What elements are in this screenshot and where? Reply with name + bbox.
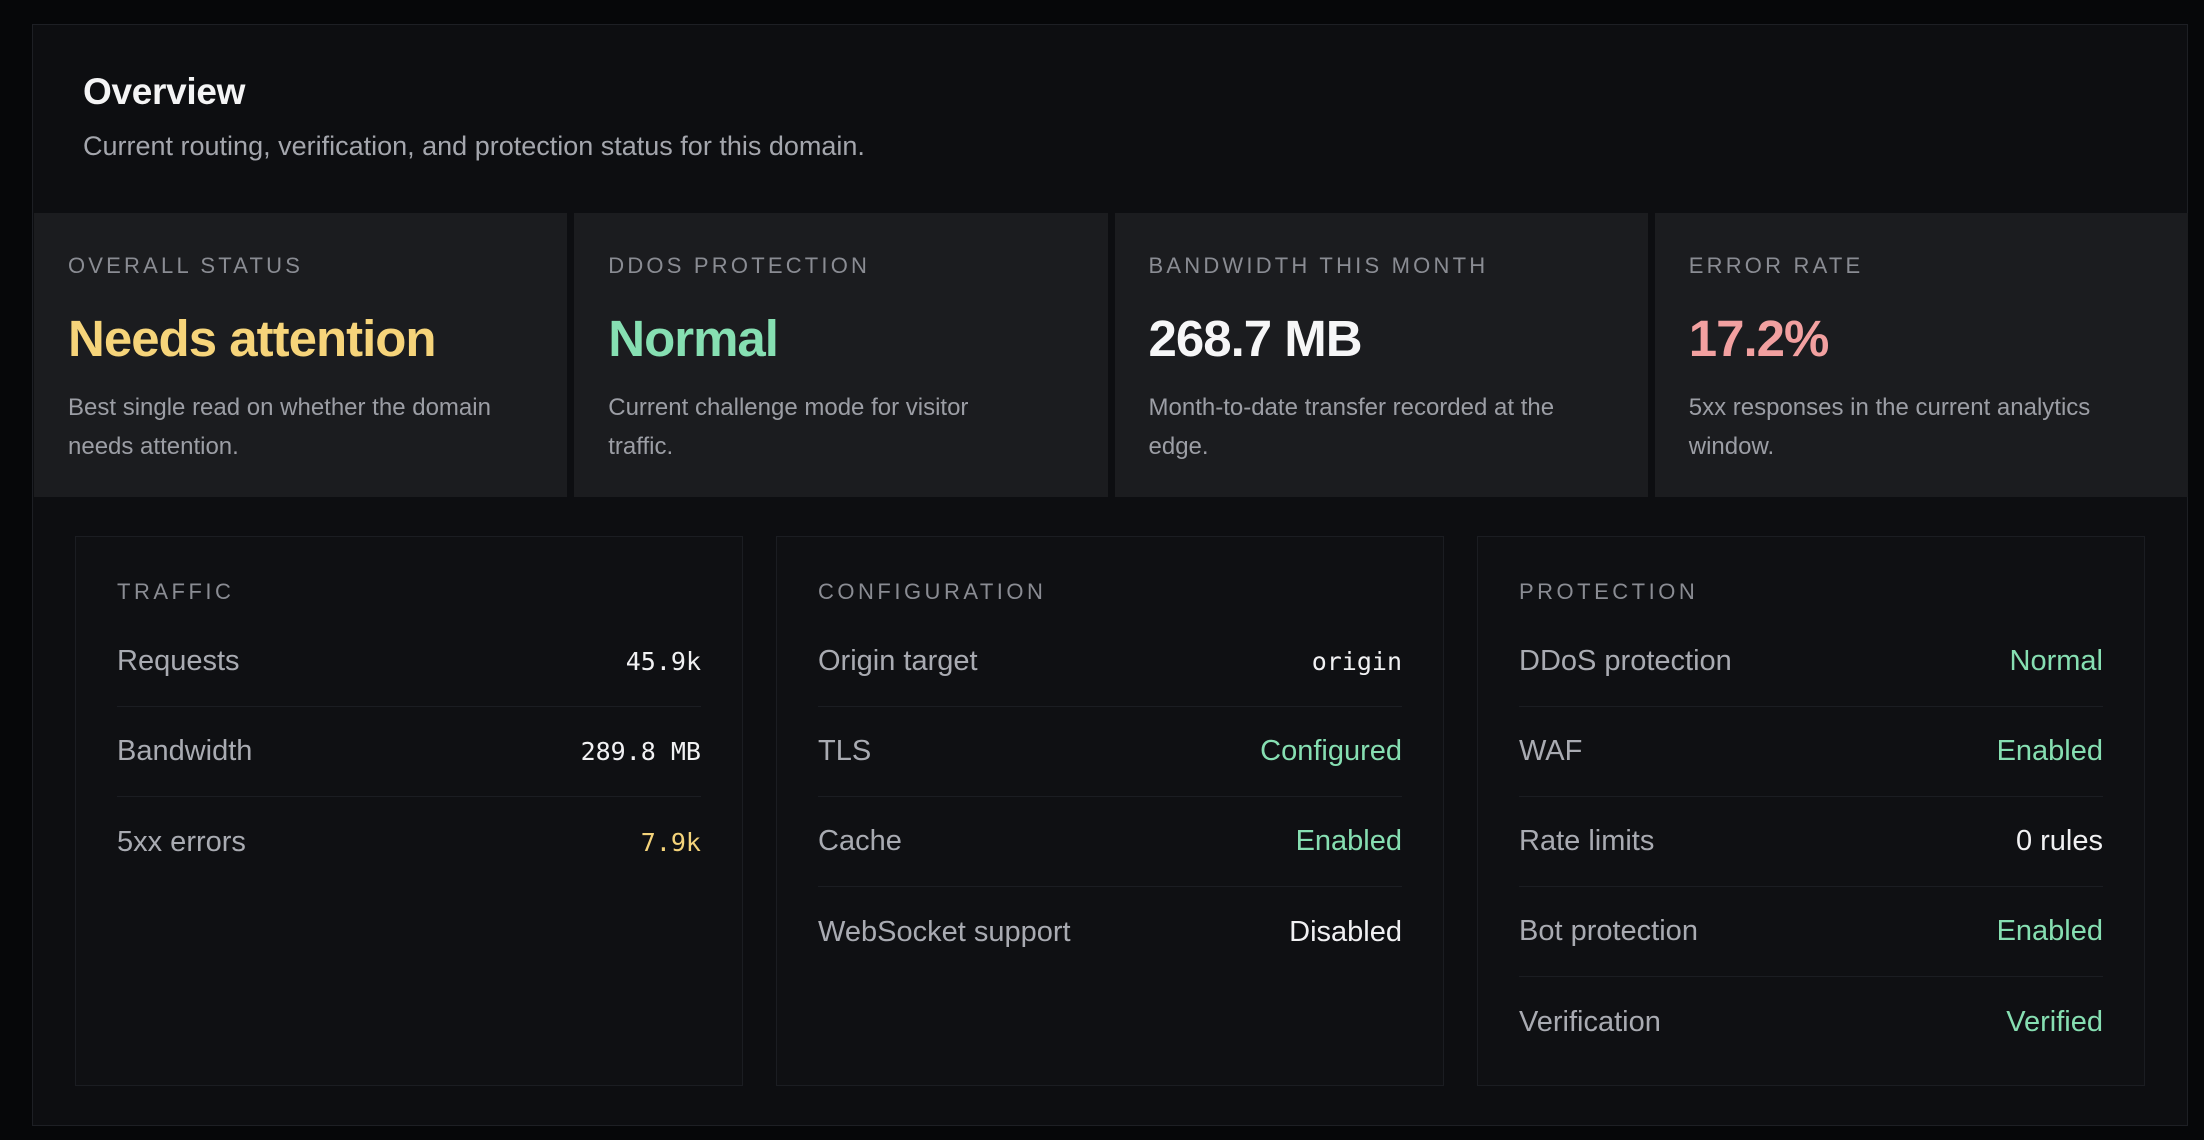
row-value: 289.8 MB xyxy=(580,737,701,766)
traffic-row-5xx-errors: 5xx errors 7.9k xyxy=(117,797,701,887)
row-label: DDoS protection xyxy=(1519,645,1732,677)
row-label: WebSocket support xyxy=(818,915,1071,948)
stat-overall-status: Overall status Needs attention Best sing… xyxy=(34,213,568,497)
row-label: Requests xyxy=(117,645,240,677)
stat-value: Normal xyxy=(608,310,779,367)
config-row-tls: TLS Configured xyxy=(818,707,1402,797)
page-subtitle: Current routing, verification, and prote… xyxy=(83,131,865,161)
row-value: Normal xyxy=(2009,645,2103,677)
page-title: Overview xyxy=(83,71,246,112)
stat-value: 17.2% xyxy=(1688,310,1830,367)
row-label: WAF xyxy=(1519,735,1583,767)
traffic-row-bandwidth: Bandwidth 289.8 MB xyxy=(117,707,701,797)
config-row-websocket: WebSocket support Disabled xyxy=(818,887,1402,977)
stat-label: Bandwidth this month xyxy=(1148,253,1489,278)
stat-error-rate: Error rate 17.2% 5xx responses in the cu… xyxy=(1654,213,2188,497)
row-value: Enabled xyxy=(1295,825,1402,857)
traffic-row-requests: Requests 45.9k xyxy=(117,617,701,707)
row-label: Bandwidth xyxy=(117,735,253,767)
detail-cards: Traffic Requests 45.9k Bandwidth 289.8 M… xyxy=(75,536,2145,1086)
row-value: 0 rules xyxy=(2015,825,2103,857)
row-label: Cache xyxy=(818,825,902,857)
protection-row-rate-limits: Rate limits 0 rules xyxy=(1519,797,2103,887)
row-value: Configured xyxy=(1260,735,1402,767)
row-label: Origin target xyxy=(818,645,978,677)
protection-row-bot-protection: Bot protection Enabled xyxy=(1519,887,2103,977)
row-label: 5xx errors xyxy=(117,825,246,858)
stat-description: Current challenge mode for visitor traff… xyxy=(608,394,969,460)
row-label: TLS xyxy=(818,735,872,767)
row-value: 45.9k xyxy=(625,647,701,676)
row-value: 7.9k xyxy=(640,827,701,857)
protection-row-verification: Verification Verified xyxy=(1519,977,2103,1067)
row-value: Enabled xyxy=(1996,735,2103,767)
protection-card: Protection DDoS protection Normal WAF En… xyxy=(1477,536,2145,1086)
stat-bandwidth: Bandwidth this month 268.7 MB Month-to-d… xyxy=(1114,213,1648,497)
card-title: Protection xyxy=(1519,579,1699,604)
stat-description: Best single read on whether the domain n… xyxy=(68,394,491,460)
row-label: Rate limits xyxy=(1519,825,1655,857)
stat-value: 268.7 MB xyxy=(1148,310,1363,367)
config-row-cache: Cache Enabled xyxy=(818,797,1402,887)
card-title: Traffic xyxy=(117,579,235,604)
configuration-card: Configuration Origin target origin TLS C… xyxy=(776,536,1444,1086)
stat-value: Needs attention xyxy=(68,310,437,367)
stat-description: Month-to-date transfer recorded at the e… xyxy=(1148,394,1555,460)
stats-strip: Overall status Needs attention Best sing… xyxy=(34,213,2188,497)
stat-label: DDoS protection xyxy=(608,253,871,278)
row-label: Bot protection xyxy=(1519,915,1698,947)
stat-label: Overall status xyxy=(68,253,304,278)
row-value: Disabled xyxy=(1289,915,1402,948)
config-row-origin-target: Origin target origin xyxy=(818,617,1402,707)
card-title: Configuration xyxy=(818,579,1047,604)
protection-row-waf: WAF Enabled xyxy=(1519,707,2103,797)
stat-ddos-protection: DDoS protection Normal Current challenge… xyxy=(574,213,1108,497)
row-value: Enabled xyxy=(1996,915,2103,947)
row-label: Verification xyxy=(1519,1005,1661,1038)
stat-description: 5xx responses in the current analytics w… xyxy=(1688,394,2091,460)
row-value: Verified xyxy=(2006,1005,2103,1038)
protection-row-ddos: DDoS protection Normal xyxy=(1519,617,2103,707)
traffic-card: Traffic Requests 45.9k Bandwidth 289.8 M… xyxy=(75,536,743,1086)
stat-label: Error rate xyxy=(1688,253,1864,278)
overview-panel: Overview Current routing, verification, … xyxy=(32,24,2188,1126)
row-value: origin xyxy=(1311,647,1402,676)
overview-header: Overview Current routing, verification, … xyxy=(83,71,865,162)
